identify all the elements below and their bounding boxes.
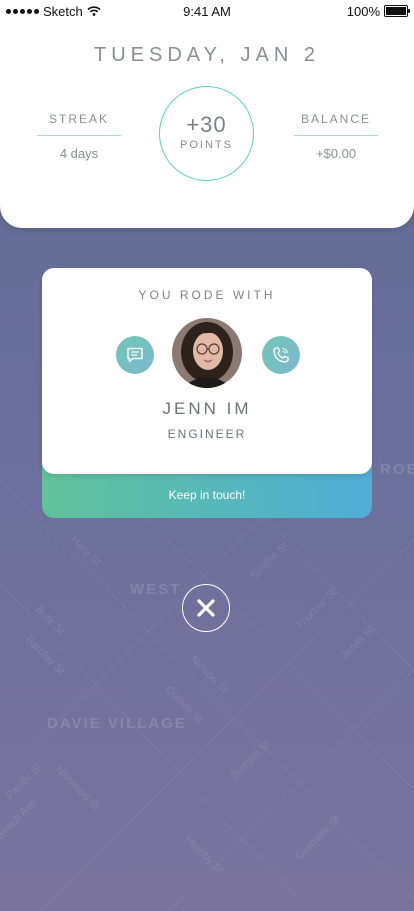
wifi-icon (87, 6, 101, 16)
balance-label: BALANCE (294, 112, 378, 136)
map-label-west-end: WEST (130, 581, 181, 598)
map-street: Beach Ave (0, 797, 39, 843)
map-street: Pacific St (4, 761, 45, 802)
map-street: Hornby St (183, 834, 226, 877)
streak-stat: STREAK 4 days (37, 112, 121, 161)
streak-value: 4 days (59, 146, 99, 161)
points-badge: +30 POINTS (159, 86, 254, 181)
keep-in-touch-label: Keep in touch! (168, 488, 246, 502)
map-street: Granville St (294, 813, 343, 862)
summary-header: TUESDAY, JAN 2 STREAK 4 days +30 POINTS … (0, 0, 414, 228)
map-street: Burrard St (229, 738, 273, 782)
close-icon (197, 599, 215, 617)
map-street: Thurlow St (294, 586, 340, 632)
map-street: Harwood St (53, 764, 102, 813)
map-street: Nelson St (188, 654, 230, 696)
chat-bubble-icon (127, 347, 143, 363)
card-title: YOU RODE WITH (138, 288, 276, 302)
map-street: Barclay St (23, 634, 67, 678)
status-bar: Sketch 9:41 AM 100% (0, 0, 414, 22)
message-button[interactable] (116, 336, 154, 374)
map-label-robson: ROBS (380, 461, 414, 478)
rider-name: JENN IM (162, 399, 252, 418)
phone-icon (273, 347, 289, 363)
signal-icon (6, 8, 39, 14)
streak-label: STREAK (37, 112, 121, 136)
close-button[interactable] (182, 584, 230, 632)
map-street: Haro St (68, 534, 103, 569)
rider-occupation: ENGINEER (167, 427, 247, 441)
ride-date: TUESDAY, JAN 2 (94, 44, 320, 66)
balance-value: +$0.00 (315, 146, 357, 161)
map-street: Jervis St (339, 624, 377, 662)
points-label: POINTS (180, 139, 233, 151)
call-button[interactable] (262, 336, 300, 374)
map-label-davie-village: DAVIE VILLAGE (47, 715, 187, 732)
battery-icon (384, 5, 410, 17)
rider-info-card: YOU RODE WITH JENN IM ENGINEER (42, 268, 372, 474)
balance-stat: BALANCE +$0.00 (294, 112, 378, 161)
map-street: Bute St (33, 604, 67, 638)
map-street: Smithe St (249, 540, 291, 582)
avatar (172, 318, 242, 388)
battery-percent: 100% (346, 3, 380, 19)
points-value: +30 (186, 112, 227, 137)
carrier-name: Sketch (43, 3, 83, 19)
